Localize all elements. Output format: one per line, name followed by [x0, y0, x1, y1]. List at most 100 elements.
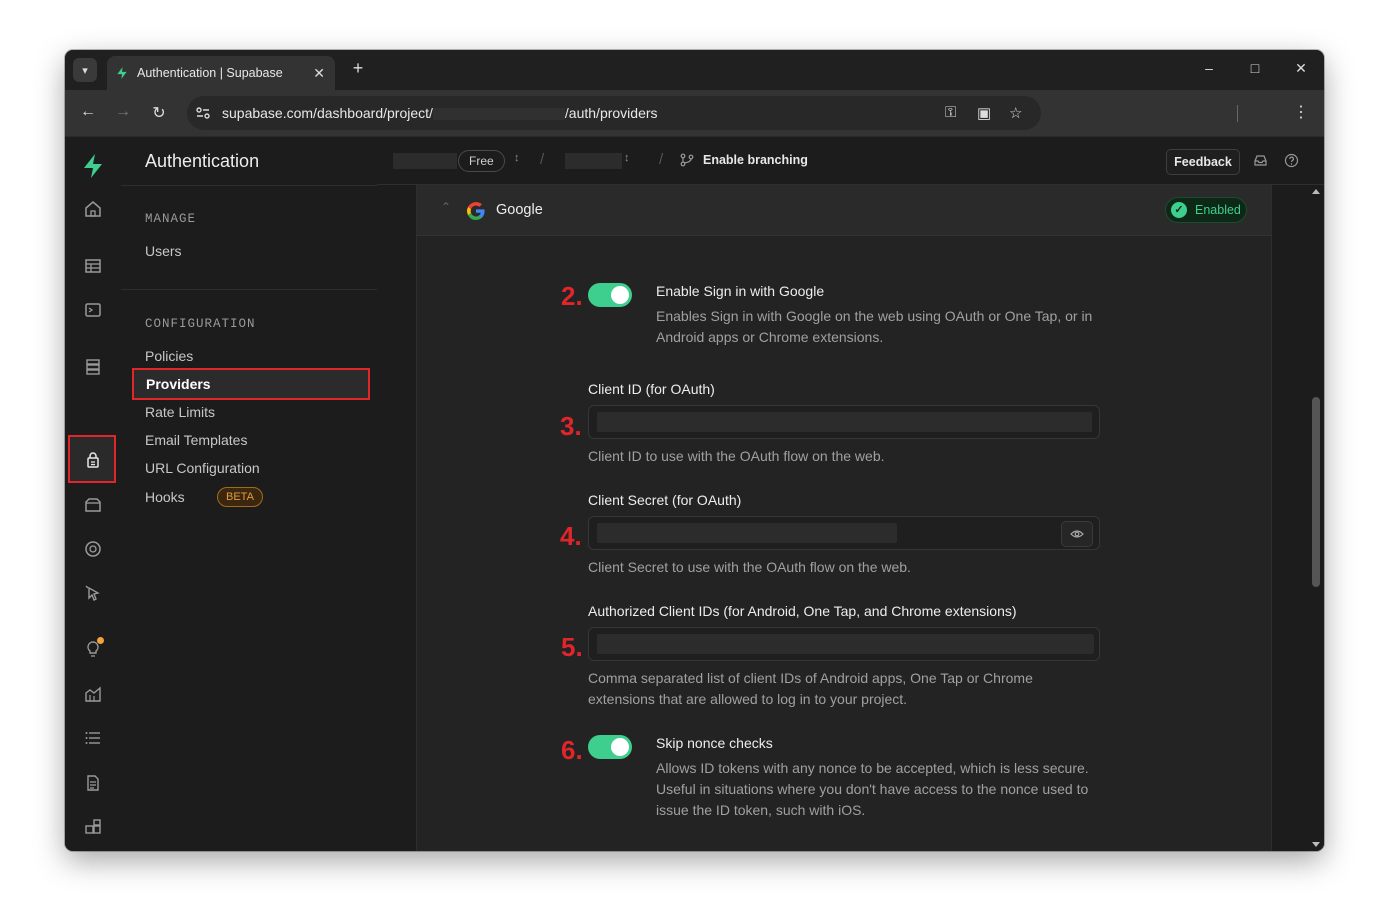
project-switcher-chevron-icon[interactable]: ↕	[624, 152, 630, 164]
reports-icon[interactable]	[83, 684, 103, 704]
browser-menu-icon[interactable]: ⋮	[1293, 102, 1309, 122]
beta-badge: BETA	[217, 487, 263, 507]
translate-icon[interactable]: ▣	[977, 104, 991, 122]
enable-google-label: Enable Sign in with Google	[656, 283, 825, 299]
supabase-logo-icon[interactable]	[81, 153, 105, 179]
integrations-icon[interactable]	[83, 817, 103, 837]
tab-strip: ▾ Authentication | Supabase ✕ + – □ ✕	[65, 50, 1324, 90]
provider-header[interactable]: ⌃ Google ✓ Enabled	[417, 185, 1271, 236]
url-text[interactable]: supabase.com/dashboard/project/ /auth/pro…	[222, 105, 658, 121]
minimize-icon[interactable]: –	[1199, 60, 1219, 76]
git-branch-icon	[680, 153, 694, 167]
sidebar-item-providers[interactable]: Providers	[132, 368, 370, 400]
sidebar-divider	[121, 289, 377, 290]
supabase-app: Authentication MANAGE Users CONFIGURATIO…	[65, 137, 1324, 851]
client-id-input[interactable]	[588, 405, 1100, 439]
reload-icon[interactable]: ↻	[148, 103, 170, 123]
annotation-step-2: 2.	[561, 281, 583, 311]
back-arrow-icon[interactable]: ←	[77, 103, 99, 121]
eye-icon	[1070, 530, 1084, 538]
home-icon[interactable]	[83, 199, 103, 219]
org-name-redacted[interactable]	[393, 153, 457, 169]
maximize-icon[interactable]: □	[1245, 60, 1265, 76]
annotation-step-3: 3.	[560, 411, 582, 441]
sql-editor-icon[interactable]	[83, 300, 103, 320]
inbox-icon[interactable]	[1253, 153, 1268, 168]
authorized-client-ids-input[interactable]	[588, 627, 1100, 661]
api-docs-icon[interactable]	[83, 773, 103, 793]
reveal-secret-button[interactable]	[1061, 521, 1093, 547]
sidebar-item-rate-limits[interactable]: Rate Limits	[145, 404, 215, 420]
client-secret-description: Client Secret to use with the OAuth flow…	[588, 559, 911, 575]
table-editor-icon[interactable]	[83, 256, 103, 276]
browser-tab[interactable]: Authentication | Supabase ✕	[107, 56, 335, 90]
client-secret-input[interactable]	[588, 516, 1100, 550]
browser-window: ▾ Authentication | Supabase ✕ + – □ ✕ ← …	[65, 50, 1324, 851]
authorized-client-ids-label: Authorized Client IDs (for Android, One …	[588, 603, 1017, 619]
client-secret-label: Client Secret (for OAuth)	[588, 492, 742, 508]
configuration-heading: CONFIGURATION	[145, 317, 256, 331]
authorized-client-ids-description: Comma separated list of client IDs of An…	[588, 670, 1033, 707]
project-topbar: Free ↕ / ↕ / Enable branching Feedback	[377, 137, 1324, 185]
supabase-favicon-icon	[117, 67, 127, 79]
site-info-icon[interactable]	[195, 105, 211, 121]
database-icon[interactable]	[83, 357, 103, 377]
enabled-status-badge: ✓ Enabled	[1165, 197, 1247, 223]
window-close-icon[interactable]: ✕	[1291, 60, 1311, 77]
authorized-ids-redacted-value	[597, 634, 1094, 654]
forward-arrow-icon[interactable]: →	[112, 103, 134, 121]
client-id-redacted-value	[597, 412, 1092, 432]
project-name-redacted[interactable]	[565, 153, 622, 169]
enable-google-description: Enables Sign in with Google on the web u…	[656, 308, 1093, 345]
sidebar-item-providers-label: Providers	[146, 376, 211, 392]
collapse-chevron-icon[interactable]: ⌃	[441, 200, 451, 214]
tab-close-icon[interactable]: ✕	[313, 65, 325, 82]
google-logo-icon	[467, 202, 485, 220]
tab-search-dropdown-icon[interactable]: ▾	[73, 58, 97, 82]
status-label: Enabled	[1195, 203, 1241, 217]
advisors-notification-dot	[97, 637, 104, 644]
providers-content: ⌃ Google ✓ Enabled 2. Enable Sign in wit…	[377, 185, 1324, 851]
browser-toolbar: ← → ↻ supabase.com/dashboard/project/ /au…	[65, 90, 1324, 137]
sidebar-item-policies[interactable]: Policies	[145, 348, 193, 364]
toolbar-separator	[1237, 105, 1238, 122]
password-key-icon[interactable]: ⚿	[945, 104, 956, 121]
breadcrumb-separator: /	[540, 151, 545, 168]
content-scrollbar[interactable]	[1308, 185, 1324, 851]
scroll-up-arrow-icon[interactable]	[1312, 189, 1320, 194]
client-secret-redacted-value	[597, 523, 897, 543]
scroll-down-arrow-icon[interactable]	[1312, 842, 1320, 847]
help-icon[interactable]	[1284, 153, 1299, 168]
storage-icon[interactable]	[83, 495, 103, 515]
url-suffix: /auth/providers	[564, 105, 658, 121]
authentication-lock-icon[interactable]	[83, 450, 103, 470]
client-id-description: Client ID to use with the OAuth flow on …	[588, 448, 885, 464]
bookmark-star-icon[interactable]: ☆	[1009, 104, 1022, 122]
sidebar-item-url-configuration[interactable]: URL Configuration	[145, 460, 260, 476]
icon-rail	[65, 137, 122, 851]
sidebar-title: Authentication	[145, 151, 260, 171]
feedback-button[interactable]: Feedback	[1166, 149, 1240, 175]
skip-nonce-label: Skip nonce checks	[656, 735, 773, 751]
realtime-icon[interactable]	[83, 583, 103, 603]
sidebar-item-hooks[interactable]: Hooks BETA	[145, 487, 263, 507]
logs-icon[interactable]	[83, 728, 103, 748]
tab-title: Authentication | Supabase	[137, 66, 283, 80]
org-switcher-chevron-icon[interactable]: ↕	[514, 152, 520, 164]
url-prefix: supabase.com/dashboard/project/	[222, 105, 433, 121]
enable-google-toggle[interactable]	[588, 283, 632, 307]
skip-nonce-toggle[interactable]	[588, 735, 632, 759]
client-id-label: Client ID (for OAuth)	[588, 381, 715, 397]
sidebar-item-email-templates[interactable]: Email Templates	[145, 432, 247, 448]
scroll-thumb[interactable]	[1312, 397, 1320, 587]
enable-branching-button[interactable]: Enable branching	[703, 153, 808, 167]
sidebar-item-hooks-label: Hooks	[145, 489, 185, 505]
edge-functions-icon[interactable]	[83, 539, 103, 559]
new-tab-icon[interactable]: +	[348, 58, 368, 79]
sidebar-item-users[interactable]: Users	[145, 243, 182, 259]
auth-sidebar: Authentication MANAGE Users CONFIGURATIO…	[121, 137, 378, 851]
skip-nonce-description: Allows ID tokens with any nonce to be ac…	[656, 760, 1089, 818]
annotation-step-4: 4.	[560, 521, 582, 551]
address-bar[interactable]: supabase.com/dashboard/project/ /auth/pro…	[187, 96, 1041, 130]
google-provider-card: ⌃ Google ✓ Enabled 2. Enable Sign in wit…	[416, 185, 1272, 851]
